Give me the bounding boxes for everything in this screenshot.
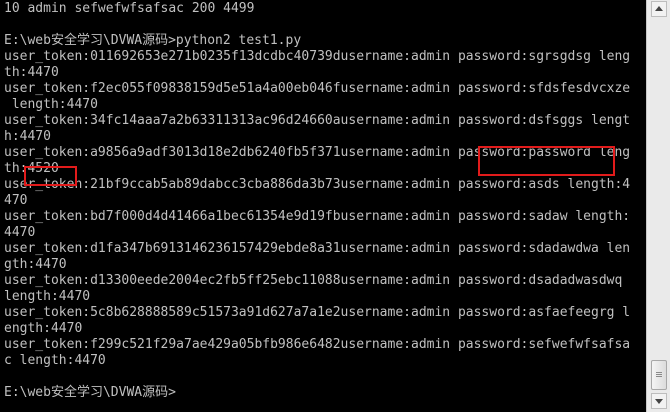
console-line: user_token:34fc14aaa7a2b63311313ac96d246… bbox=[4, 113, 631, 128]
console-line: user_token:d1fa347b6913146236157429ebde8… bbox=[4, 241, 631, 256]
console-line: c length:4470 bbox=[4, 353, 106, 368]
vertical-scrollbar[interactable] bbox=[646, 0, 670, 412]
terminal-output-area[interactable]: 10 admin sefwefwfsafsac 200 4499 E:\web安全… bbox=[0, 0, 646, 412]
console-window: 10 admin sefwefwfsafsac 200 4499 E:\web安全… bbox=[0, 0, 670, 412]
console-line: user_token:d13300eede2004ec2fb5ff25ebc11… bbox=[4, 273, 623, 288]
console-line: 470 bbox=[4, 193, 28, 208]
console-line: gth:4470 bbox=[4, 257, 67, 272]
console-line: user_token:011692653e271b0235f13dcdbc407… bbox=[4, 49, 631, 64]
console-line: user_token:f2ec055f09838159d5e51a4a00eb0… bbox=[4, 81, 631, 96]
console-line: ength:4470 bbox=[4, 321, 83, 336]
console-line: user_token:bd7f000d4d41466a1bec61354e9d1… bbox=[4, 209, 631, 224]
console-line: 4470 bbox=[4, 225, 36, 240]
scrollbar-thumb[interactable] bbox=[651, 360, 667, 390]
console-line: user_token:f299c521f29a7ae429a05bfb986e6… bbox=[4, 337, 631, 352]
console-text: 10 admin sefwefwfsafsac 200 4499 E:\web安全… bbox=[4, 1, 630, 401]
triangle-up-icon bbox=[655, 6, 663, 11]
console-line: user_token:21bf9ccab5ab89dabcc3cba886da3… bbox=[4, 177, 631, 192]
console-line: user_token:5c8b628888589c51573a91d627a7a… bbox=[4, 305, 631, 320]
console-line: user_token:a9856a9adf3013d18e2db6240fb5f… bbox=[4, 145, 631, 160]
console-line: length:4470 bbox=[4, 289, 91, 304]
console-line: th:4470 bbox=[4, 65, 59, 80]
triangle-down-icon bbox=[655, 399, 663, 404]
console-line: th:4520 bbox=[4, 161, 59, 176]
console-prompt: E:\web安全学习\DVWA源码> bbox=[4, 385, 176, 400]
scroll-up-button[interactable] bbox=[651, 1, 667, 17]
console-line: length:4470 bbox=[4, 97, 98, 112]
console-line: 10 admin sefwefwfsafsac 200 4499 bbox=[4, 1, 255, 16]
console-line: E:\web安全学习\DVWA源码>python2 test1.py bbox=[4, 33, 302, 48]
console-line: h:4470 bbox=[4, 129, 51, 144]
scroll-down-button[interactable] bbox=[651, 393, 667, 409]
